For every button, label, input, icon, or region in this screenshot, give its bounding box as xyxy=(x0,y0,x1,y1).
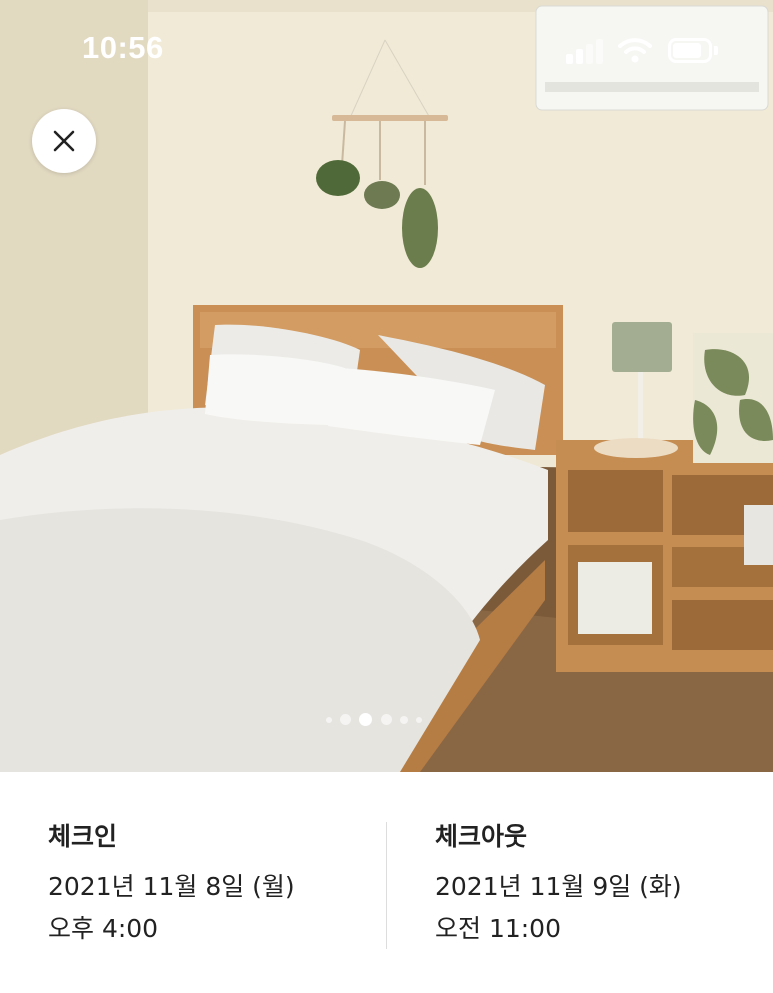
checkout-title: 체크아웃 xyxy=(435,822,528,851)
carousel-dot[interactable] xyxy=(416,717,422,723)
checkout-section[interactable]: 체크아웃 2021년 11월 9일 (화) 오전 11:00 xyxy=(435,820,682,946)
carousel-dot[interactable] xyxy=(340,714,351,725)
column-divider xyxy=(386,822,387,949)
status-time: 10:56 xyxy=(82,30,164,65)
checkout-date: 2021년 11월 9일 (화) xyxy=(435,872,682,901)
wifi-icon xyxy=(618,36,652,64)
bedroom-photo xyxy=(0,0,773,772)
close-button[interactable] xyxy=(32,109,96,173)
checkout-time: 오전 11:00 xyxy=(435,914,561,943)
checkin-date: 2021년 11월 8일 (월) xyxy=(48,872,295,901)
reservation-dates: 체크인 2021년 11월 8일 (월) 오후 4:00 체크아웃 2021년 … xyxy=(0,772,773,993)
carousel-dot-active[interactable] xyxy=(359,713,372,726)
carousel-dot[interactable] xyxy=(381,714,392,725)
checkin-title: 체크인 xyxy=(48,822,118,851)
listing-photo[interactable]: 10:56 xyxy=(0,0,773,772)
signal-icon xyxy=(566,38,606,64)
status-icons xyxy=(560,36,730,66)
close-icon xyxy=(53,130,75,152)
carousel-dot[interactable] xyxy=(400,716,408,724)
checkin-section[interactable]: 체크인 2021년 11월 8일 (월) 오후 4:00 xyxy=(48,820,295,946)
carousel-dot[interactable] xyxy=(326,717,332,723)
checkin-time: 오후 4:00 xyxy=(48,914,159,943)
battery-icon xyxy=(668,38,718,64)
carousel-indicator[interactable] xyxy=(326,712,456,726)
